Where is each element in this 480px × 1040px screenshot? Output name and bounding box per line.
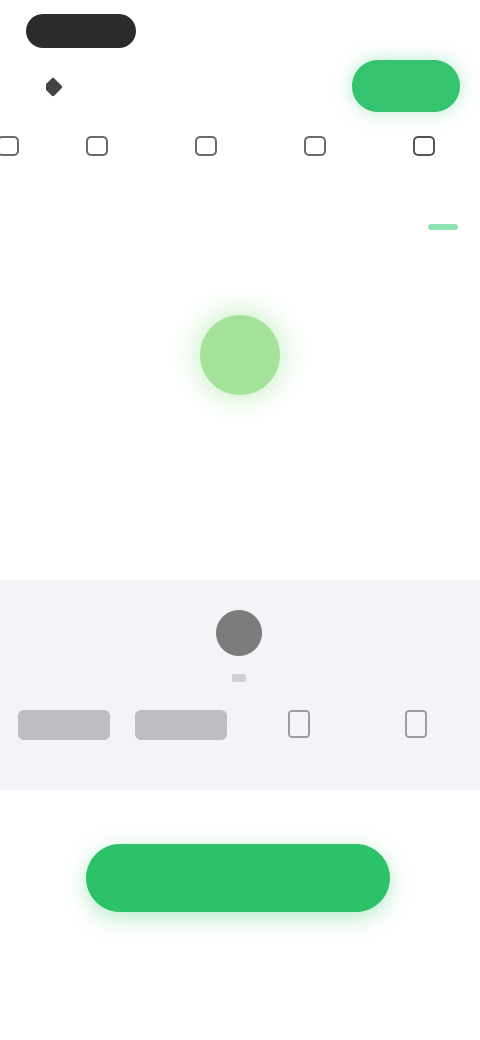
active-tab-indicator <box>428 224 458 230</box>
primary-cta-button[interactable] <box>86 844 390 912</box>
adjust-icon <box>195 136 217 156</box>
panel-option-3[interactable] <box>245 710 353 748</box>
tool-item-5[interactable] <box>376 124 472 210</box>
footer-link[interactable] <box>16 962 146 986</box>
tool-item-4[interactable] <box>267 124 363 210</box>
caret-icon <box>232 674 246 682</box>
panel-option-2[interactable] <box>127 710 235 750</box>
page-icon <box>287 710 310 738</box>
back-icon[interactable] <box>46 76 63 97</box>
tool-strip <box>0 124 480 210</box>
options-panel <box>0 580 480 790</box>
option-thumbnail <box>18 710 110 740</box>
center-link[interactable] <box>140 536 340 562</box>
crop-icon <box>86 136 108 156</box>
panel-options-row <box>0 710 480 780</box>
tool-item-3[interactable] <box>158 124 254 210</box>
panel-avatar-icon <box>216 610 262 656</box>
tool-item-1[interactable] <box>0 124 36 210</box>
page-icon <box>404 710 427 738</box>
status-indicator-dot <box>200 315 280 395</box>
status-pill <box>26 14 136 48</box>
tool-item-2[interactable] <box>49 124 145 210</box>
header-action-button[interactable] <box>352 60 460 112</box>
app-screen <box>0 0 480 1040</box>
panel-option-4[interactable] <box>362 710 470 748</box>
panel-option-1[interactable] <box>10 710 118 750</box>
page-title <box>46 72 306 100</box>
document-icon <box>0 136 19 156</box>
top-right-label <box>358 22 444 38</box>
option-thumbnail <box>135 710 228 740</box>
more-icon <box>413 136 435 156</box>
filter-icon <box>304 136 326 156</box>
header <box>0 56 480 116</box>
